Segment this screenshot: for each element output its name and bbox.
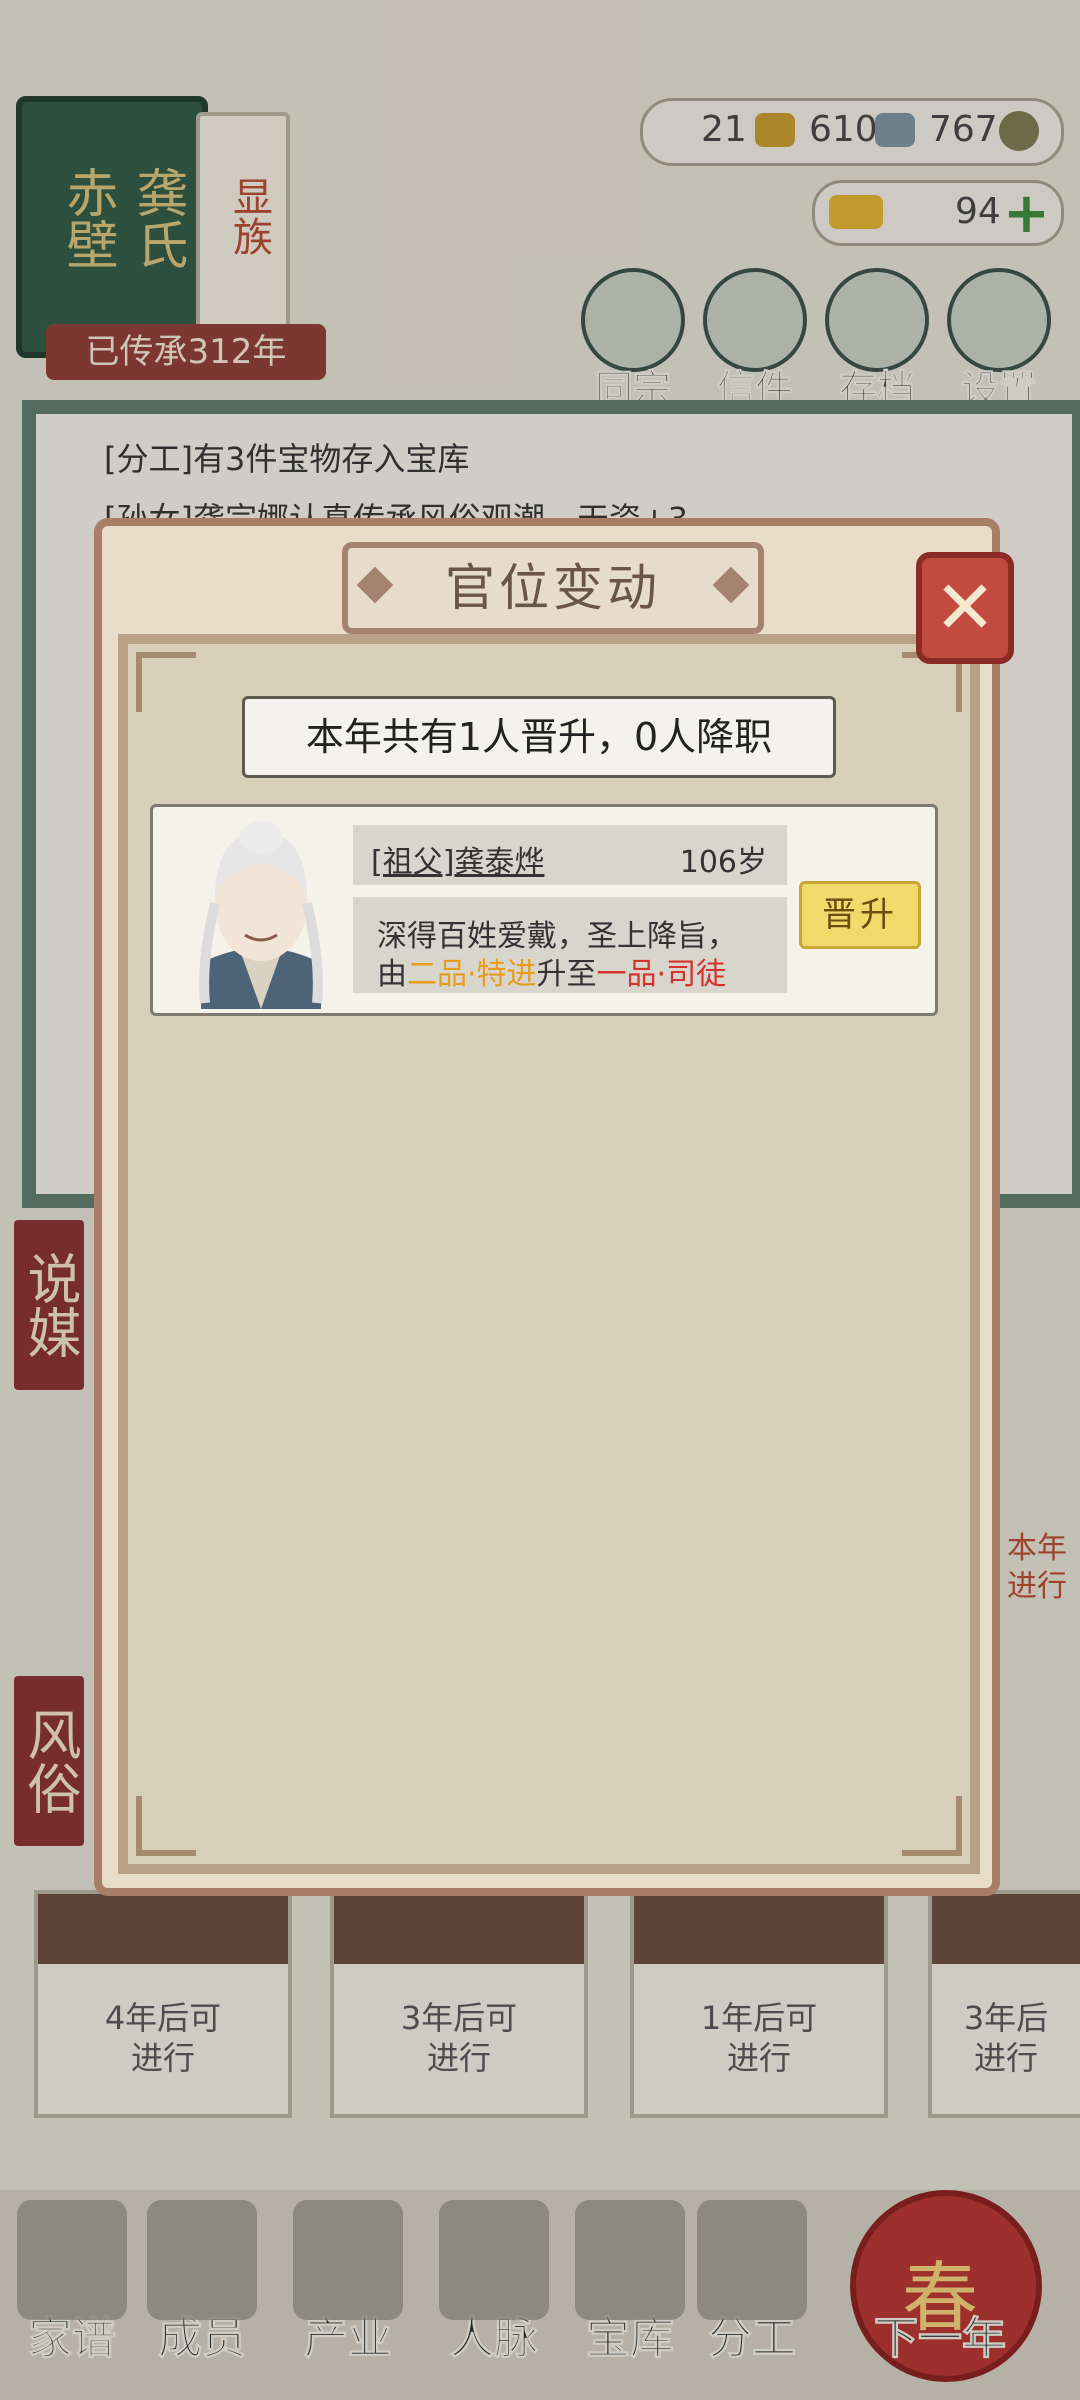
modal-content: 本年共有1人晋升，0人降职 [祖父]龚泰烨 106岁 深得百姓爱戴，圣上降旨， … — [118, 634, 980, 1874]
frame-corner — [136, 1796, 196, 1856]
rank-to: 一品·司徒 — [596, 957, 727, 992]
member-name-row: [祖父]龚泰烨 106岁 — [353, 825, 787, 885]
frame-corner — [902, 1796, 962, 1856]
rank-description: 深得百姓爱戴，圣上降旨， 由二品·特进升至一品·司徒 — [353, 897, 787, 993]
rank-record: [祖父]龚泰烨 106岁 深得百姓爱戴，圣上降旨， 由二品·特进升至一品·司徒 … — [150, 804, 938, 1016]
member-name[interactable]: [祖父]龚泰烨 — [371, 837, 544, 881]
summary-banner: 本年共有1人晋升，0人降职 — [242, 696, 836, 778]
modal-title: 官位变动 — [445, 559, 661, 617]
close-button[interactable]: ✕ — [916, 552, 1014, 664]
ornament-icon — [356, 566, 394, 604]
frame-corner — [136, 652, 196, 712]
rank-change-dialog: 官位变动 本年共有1人晋升，0人降职 [祖父]龚泰烨 106岁 深得百姓爱戴，圣… — [94, 518, 1000, 1896]
rank-from: 二品·特进 — [407, 957, 537, 992]
close-icon: ✕ — [933, 565, 996, 651]
modal-title-plate: 官位变动 — [342, 542, 764, 634]
promotion-badge: 晋升 — [799, 881, 921, 949]
ornament-icon — [712, 566, 750, 604]
member-age: 106岁 — [679, 845, 767, 880]
avatar — [161, 813, 361, 1009]
